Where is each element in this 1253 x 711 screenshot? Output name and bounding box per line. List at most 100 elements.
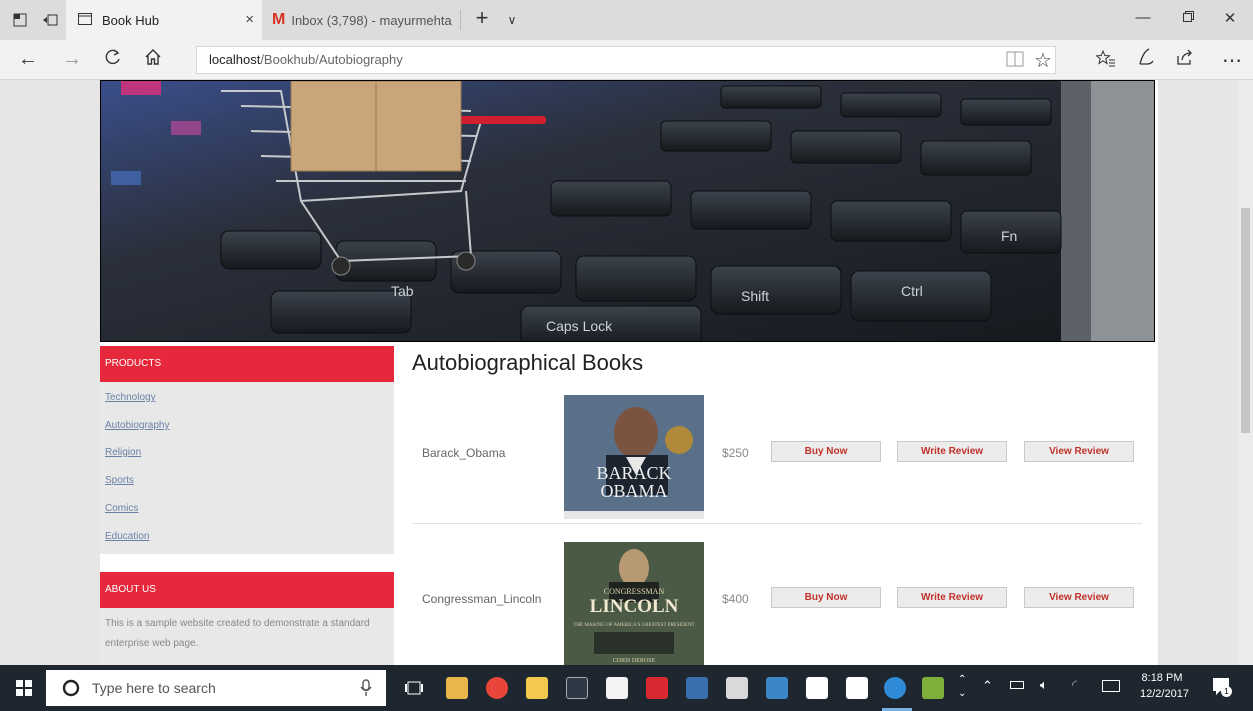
battery-icon[interactable] — [1010, 681, 1024, 689]
category-link-education[interactable]: Education — [105, 531, 149, 542]
page-heading: Autobiographical Books — [412, 350, 644, 375]
book-price: $250 — [722, 446, 749, 460]
tab-book-hub[interactable]: Book Hub × — [66, 0, 262, 40]
scrollbar-thumb[interactable] — [1241, 208, 1250, 433]
new-tab-button[interactable]: + — [470, 5, 494, 30]
cover-title: LINCOLN — [590, 596, 679, 617]
svg-text:Tab: Tab — [391, 283, 414, 299]
svg-text:Fn: Fn — [1001, 228, 1017, 244]
tab-bar: Book Hub × M Inbox (3,798) - mayurmehta … — [0, 0, 1253, 40]
web-note-icon[interactable] — [1137, 48, 1155, 72]
start-windows-icon[interactable] — [16, 680, 32, 701]
favorites-hub-icon[interactable] — [1095, 49, 1116, 74]
close-window-icon[interactable]: ✕ — [1215, 9, 1245, 27]
view-review-button[interactable]: View Review — [1024, 587, 1134, 608]
acrobat-reader-icon[interactable] — [646, 677, 668, 699]
book-price: $400 — [722, 592, 749, 606]
about-header: ABOUT US — [100, 572, 394, 608]
category-link-religion[interactable]: Religion — [105, 447, 141, 458]
cover-small-title: CONGRESSMAN — [604, 587, 665, 596]
category-link-autobiography[interactable]: Autobiography — [105, 420, 170, 431]
tab-title: Inbox (3,798) - mayurmehta — [291, 12, 452, 28]
gmail-icon: M — [272, 11, 286, 28]
view-review-button[interactable]: View Review — [1024, 441, 1134, 462]
url-host: localhost — [209, 52, 261, 67]
url-field[interactable]: localhost/Bookhub/Autobiography — [196, 46, 1056, 74]
back-icon[interactable]: ← — [18, 48, 38, 71]
volume-icon[interactable]: 🔈︎ — [1040, 677, 1048, 693]
action-center-icon[interactable]: 1 — [1212, 677, 1232, 702]
edge-icon[interactable] — [884, 677, 906, 699]
taskbar: Type here to search ⌃ ⌄ ⌃ 🔈︎ ◜ 8:18 PM 12… — [0, 665, 1253, 711]
tab-divider — [460, 10, 461, 30]
microphone-icon[interactable] — [360, 679, 372, 702]
products-list: Technology Autobiography Religion Sports… — [100, 382, 394, 554]
paint-icon[interactable] — [922, 677, 944, 699]
search-placeholder: Type here to search — [92, 680, 216, 696]
category-link-technology[interactable]: Technology — [105, 392, 156, 403]
products-header: PRODUCTS — [100, 346, 394, 382]
about-text: This is a sample website created to demo… — [105, 618, 370, 649]
buy-now-button[interactable]: Buy Now — [771, 587, 881, 608]
forward-icon[interactable]: → — [62, 48, 82, 71]
cover-title-line-2: OBAMA — [600, 481, 667, 501]
notepad-icon[interactable] — [606, 677, 628, 699]
share-icon[interactable] — [1176, 48, 1194, 72]
reading-view-icon[interactable] — [1006, 50, 1024, 73]
sql-server-icon[interactable] — [766, 677, 788, 699]
file-explorer-icon[interactable] — [446, 677, 468, 699]
svg-text:Ctrl: Ctrl — [901, 283, 923, 299]
category-link-sports[interactable]: Sports — [105, 475, 134, 486]
write-review-button[interactable]: Write Review — [897, 587, 1007, 608]
buy-now-button[interactable]: Buy Now — [771, 441, 881, 462]
mongodb-compass-icon[interactable] — [846, 677, 868, 699]
wifi-icon[interactable]: ◜ — [1072, 677, 1077, 693]
command-prompt-icon[interactable] — [566, 677, 588, 699]
keyboard-icon[interactable] — [1102, 680, 1120, 692]
home-icon[interactable] — [144, 48, 162, 72]
book-cover-obama: BARACK OBAMA — [564, 395, 704, 519]
clock-date: 12/2/2017 — [1140, 688, 1189, 700]
show-hidden-icons-icon[interactable]: ⌃ — [982, 678, 993, 694]
chrome-icon[interactable] — [486, 677, 508, 699]
notification-count: 1 — [1221, 686, 1232, 697]
category-link-comics[interactable]: Comics — [105, 503, 138, 514]
tab-list-button[interactable]: ∨ — [500, 8, 524, 32]
refresh-icon[interactable] — [104, 48, 122, 72]
page-scrollbar[interactable] — [1238, 80, 1253, 665]
url-path: /Bookhub/Autobiography — [260, 52, 403, 67]
taskbar-search-box[interactable]: Type here to search — [46, 670, 386, 706]
address-bar: ← → localhost/Bookhub/Autobiography ☆ ⋯ — [0, 40, 1253, 80]
about-box: This is a sample website created to demo… — [100, 608, 394, 665]
sticky-notes-icon[interactable] — [526, 677, 548, 699]
scroll-tray-arrows-icon[interactable]: ⌃ ⌄ — [958, 673, 966, 701]
cover-author: CHRIS DEROSE — [613, 658, 656, 664]
page-content: Tab Caps Lock Shift Ctrl Fn PRODUCTS Tec… — [100, 80, 1158, 665]
set-aside-tabs-icon[interactable] — [38, 8, 62, 32]
svg-text:Shift: Shift — [741, 288, 769, 304]
favorite-star-icon[interactable]: ☆ — [1034, 48, 1052, 73]
app-window-icon[interactable] — [686, 677, 708, 699]
close-tab-icon[interactable]: × — [245, 11, 254, 28]
minimize-icon[interactable]: — — [1128, 9, 1158, 26]
java-icon[interactable] — [726, 677, 748, 699]
clock-time: 8:18 PM — [1141, 672, 1183, 684]
hero-banner-image: Tab Caps Lock Shift Ctrl Fn — [100, 80, 1155, 342]
tab-title: Book Hub — [102, 12, 160, 28]
book-name: Barack_Obama — [422, 446, 506, 460]
write-review-button[interactable]: Write Review — [897, 441, 1007, 462]
cover-subtitle: THE MAKING OF AMERICA'S GREATEST PRESIDE… — [573, 623, 694, 628]
clock[interactable]: 8:18 PM 12/2/2017 — [1140, 670, 1189, 702]
book-name: Congressman_Lincoln — [422, 592, 542, 606]
page-icon — [78, 12, 92, 28]
svg-text:Caps Lock: Caps Lock — [546, 318, 613, 334]
mongodb-icon[interactable] — [806, 677, 828, 699]
restore-icon[interactable] — [1173, 9, 1203, 26]
tab-inbox[interactable]: M Inbox (3,798) - mayurmehta — [262, 0, 460, 40]
more-icon[interactable]: ⋯ — [1222, 48, 1242, 73]
task-view-icon[interactable] — [404, 679, 424, 702]
cortana-icon — [62, 679, 80, 702]
cover-title-line-1: BARACK — [596, 463, 671, 483]
tab-preview-icon[interactable] — [8, 8, 32, 32]
row-divider — [412, 523, 1142, 524]
